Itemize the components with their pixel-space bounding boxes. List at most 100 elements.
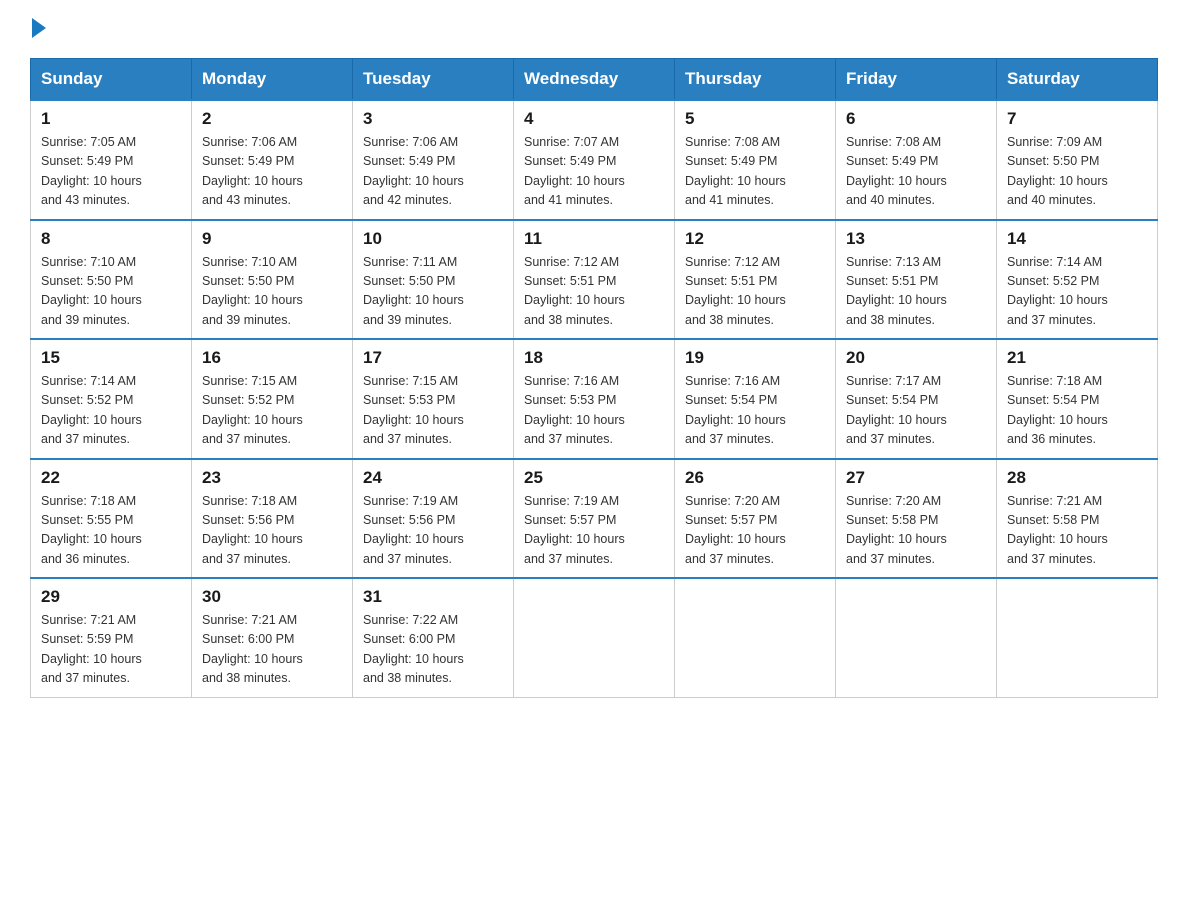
day-number: 4: [524, 109, 664, 129]
day-number: 3: [363, 109, 503, 129]
logo: [30, 20, 46, 38]
calendar-cell: 25 Sunrise: 7:19 AMSunset: 5:57 PMDaylig…: [514, 459, 675, 579]
day-info: Sunrise: 7:21 AMSunset: 5:58 PMDaylight:…: [1007, 494, 1108, 566]
calendar-cell: 21 Sunrise: 7:18 AMSunset: 5:54 PMDaylig…: [997, 339, 1158, 459]
day-info: Sunrise: 7:14 AMSunset: 5:52 PMDaylight:…: [41, 374, 142, 446]
logo-triangle-icon: [32, 18, 46, 38]
day-number: 25: [524, 468, 664, 488]
day-info: Sunrise: 7:15 AMSunset: 5:53 PMDaylight:…: [363, 374, 464, 446]
calendar-table: SundayMondayTuesdayWednesdayThursdayFrid…: [30, 58, 1158, 698]
page-header: [30, 20, 1158, 38]
calendar-header-row: SundayMondayTuesdayWednesdayThursdayFrid…: [31, 59, 1158, 101]
day-info: Sunrise: 7:17 AMSunset: 5:54 PMDaylight:…: [846, 374, 947, 446]
calendar-cell: 20 Sunrise: 7:17 AMSunset: 5:54 PMDaylig…: [836, 339, 997, 459]
day-info: Sunrise: 7:16 AMSunset: 5:54 PMDaylight:…: [685, 374, 786, 446]
day-info: Sunrise: 7:08 AMSunset: 5:49 PMDaylight:…: [685, 135, 786, 207]
calendar-cell: 6 Sunrise: 7:08 AMSunset: 5:49 PMDayligh…: [836, 100, 997, 220]
calendar-cell: 1 Sunrise: 7:05 AMSunset: 5:49 PMDayligh…: [31, 100, 192, 220]
day-info: Sunrise: 7:10 AMSunset: 5:50 PMDaylight:…: [41, 255, 142, 327]
day-number: 5: [685, 109, 825, 129]
week-row-3: 15 Sunrise: 7:14 AMSunset: 5:52 PMDaylig…: [31, 339, 1158, 459]
calendar-cell: 5 Sunrise: 7:08 AMSunset: 5:49 PMDayligh…: [675, 100, 836, 220]
day-info: Sunrise: 7:06 AMSunset: 5:49 PMDaylight:…: [202, 135, 303, 207]
calendar-cell: 23 Sunrise: 7:18 AMSunset: 5:56 PMDaylig…: [192, 459, 353, 579]
day-number: 31: [363, 587, 503, 607]
day-number: 27: [846, 468, 986, 488]
day-info: Sunrise: 7:21 AMSunset: 6:00 PMDaylight:…: [202, 613, 303, 685]
day-number: 9: [202, 229, 342, 249]
day-number: 7: [1007, 109, 1147, 129]
day-info: Sunrise: 7:10 AMSunset: 5:50 PMDaylight:…: [202, 255, 303, 327]
week-row-5: 29 Sunrise: 7:21 AMSunset: 5:59 PMDaylig…: [31, 578, 1158, 697]
day-info: Sunrise: 7:11 AMSunset: 5:50 PMDaylight:…: [363, 255, 464, 327]
day-info: Sunrise: 7:18 AMSunset: 5:54 PMDaylight:…: [1007, 374, 1108, 446]
week-row-4: 22 Sunrise: 7:18 AMSunset: 5:55 PMDaylig…: [31, 459, 1158, 579]
calendar-cell: 4 Sunrise: 7:07 AMSunset: 5:49 PMDayligh…: [514, 100, 675, 220]
day-info: Sunrise: 7:14 AMSunset: 5:52 PMDaylight:…: [1007, 255, 1108, 327]
calendar-cell: 7 Sunrise: 7:09 AMSunset: 5:50 PMDayligh…: [997, 100, 1158, 220]
day-number: 12: [685, 229, 825, 249]
calendar-cell: 22 Sunrise: 7:18 AMSunset: 5:55 PMDaylig…: [31, 459, 192, 579]
calendar-cell: 29 Sunrise: 7:21 AMSunset: 5:59 PMDaylig…: [31, 578, 192, 697]
day-info: Sunrise: 7:18 AMSunset: 5:55 PMDaylight:…: [41, 494, 142, 566]
calendar-cell: 8 Sunrise: 7:10 AMSunset: 5:50 PMDayligh…: [31, 220, 192, 340]
calendar-cell: 19 Sunrise: 7:16 AMSunset: 5:54 PMDaylig…: [675, 339, 836, 459]
day-info: Sunrise: 7:20 AMSunset: 5:58 PMDaylight:…: [846, 494, 947, 566]
day-info: Sunrise: 7:08 AMSunset: 5:49 PMDaylight:…: [846, 135, 947, 207]
calendar-cell: [836, 578, 997, 697]
column-header-saturday: Saturday: [997, 59, 1158, 101]
calendar-cell: 26 Sunrise: 7:20 AMSunset: 5:57 PMDaylig…: [675, 459, 836, 579]
calendar-cell: 10 Sunrise: 7:11 AMSunset: 5:50 PMDaylig…: [353, 220, 514, 340]
day-info: Sunrise: 7:19 AMSunset: 5:57 PMDaylight:…: [524, 494, 625, 566]
column-header-tuesday: Tuesday: [353, 59, 514, 101]
calendar-cell: 12 Sunrise: 7:12 AMSunset: 5:51 PMDaylig…: [675, 220, 836, 340]
day-number: 11: [524, 229, 664, 249]
calendar-cell: 17 Sunrise: 7:15 AMSunset: 5:53 PMDaylig…: [353, 339, 514, 459]
day-number: 6: [846, 109, 986, 129]
day-info: Sunrise: 7:20 AMSunset: 5:57 PMDaylight:…: [685, 494, 786, 566]
day-number: 16: [202, 348, 342, 368]
column-header-sunday: Sunday: [31, 59, 192, 101]
day-info: Sunrise: 7:18 AMSunset: 5:56 PMDaylight:…: [202, 494, 303, 566]
day-number: 2: [202, 109, 342, 129]
calendar-cell: 28 Sunrise: 7:21 AMSunset: 5:58 PMDaylig…: [997, 459, 1158, 579]
calendar-cell: 9 Sunrise: 7:10 AMSunset: 5:50 PMDayligh…: [192, 220, 353, 340]
day-info: Sunrise: 7:19 AMSunset: 5:56 PMDaylight:…: [363, 494, 464, 566]
calendar-cell: [514, 578, 675, 697]
calendar-cell: 15 Sunrise: 7:14 AMSunset: 5:52 PMDaylig…: [31, 339, 192, 459]
day-number: 13: [846, 229, 986, 249]
day-number: 30: [202, 587, 342, 607]
day-number: 14: [1007, 229, 1147, 249]
column-header-wednesday: Wednesday: [514, 59, 675, 101]
day-info: Sunrise: 7:05 AMSunset: 5:49 PMDaylight:…: [41, 135, 142, 207]
day-number: 17: [363, 348, 503, 368]
day-info: Sunrise: 7:07 AMSunset: 5:49 PMDaylight:…: [524, 135, 625, 207]
day-number: 8: [41, 229, 181, 249]
week-row-2: 8 Sunrise: 7:10 AMSunset: 5:50 PMDayligh…: [31, 220, 1158, 340]
calendar-cell: 31 Sunrise: 7:22 AMSunset: 6:00 PMDaylig…: [353, 578, 514, 697]
day-number: 15: [41, 348, 181, 368]
day-number: 23: [202, 468, 342, 488]
day-info: Sunrise: 7:16 AMSunset: 5:53 PMDaylight:…: [524, 374, 625, 446]
day-info: Sunrise: 7:06 AMSunset: 5:49 PMDaylight:…: [363, 135, 464, 207]
day-number: 20: [846, 348, 986, 368]
day-number: 1: [41, 109, 181, 129]
calendar-cell: [675, 578, 836, 697]
day-number: 26: [685, 468, 825, 488]
day-number: 18: [524, 348, 664, 368]
day-number: 24: [363, 468, 503, 488]
day-info: Sunrise: 7:12 AMSunset: 5:51 PMDaylight:…: [685, 255, 786, 327]
column-header-thursday: Thursday: [675, 59, 836, 101]
day-info: Sunrise: 7:12 AMSunset: 5:51 PMDaylight:…: [524, 255, 625, 327]
calendar-cell: 11 Sunrise: 7:12 AMSunset: 5:51 PMDaylig…: [514, 220, 675, 340]
calendar-cell: 3 Sunrise: 7:06 AMSunset: 5:49 PMDayligh…: [353, 100, 514, 220]
day-number: 19: [685, 348, 825, 368]
calendar-cell: 14 Sunrise: 7:14 AMSunset: 5:52 PMDaylig…: [997, 220, 1158, 340]
day-number: 21: [1007, 348, 1147, 368]
column-header-friday: Friday: [836, 59, 997, 101]
day-number: 29: [41, 587, 181, 607]
day-number: 10: [363, 229, 503, 249]
day-info: Sunrise: 7:22 AMSunset: 6:00 PMDaylight:…: [363, 613, 464, 685]
day-number: 28: [1007, 468, 1147, 488]
day-info: Sunrise: 7:09 AMSunset: 5:50 PMDaylight:…: [1007, 135, 1108, 207]
